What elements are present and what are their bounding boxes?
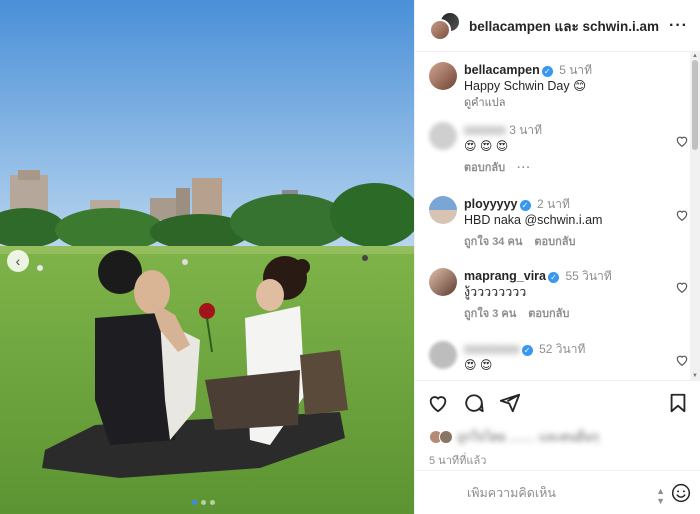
like-comment-heart-icon[interactable] [675, 208, 689, 222]
carousel-dot [210, 500, 215, 505]
liked-by-text: ถูกใจโดย ........ และคนอื่นๆ [457, 429, 599, 444]
liked-by[interactable]: ถูกใจโดย ........ และคนอื่นๆ [429, 425, 700, 449]
see-translation-link[interactable]: ดูคำแปล [464, 97, 506, 109]
more-options-icon[interactable]: ··· [669, 17, 688, 35]
comment-item: bellacampen ✓ 5 นาที Happy Schwin Day 😊 ด… [429, 62, 691, 111]
collab-avatars[interactable] [429, 10, 461, 41]
like-comment-heart-icon[interactable] [675, 134, 689, 148]
comment-time: 3 นาที [509, 123, 543, 137]
comment-time: 2 นาที [537, 197, 570, 211]
post-photo: ‹ [0, 0, 414, 514]
avatar[interactable] [429, 268, 457, 296]
scrollbar-thumb[interactable] [692, 60, 698, 150]
avatar [439, 430, 453, 444]
carousel-dot [192, 500, 197, 505]
comment-likes-count[interactable]: ถูกใจ 34 คน [464, 234, 522, 250]
verified-badge-icon: ✓ [547, 272, 559, 283]
comment-time: 52 วินาที [539, 342, 586, 356]
save-bookmark-icon[interactable] [667, 392, 689, 414]
like-comment-heart-icon[interactable] [675, 353, 689, 367]
comment-text: Happy Schwin Day 😊 [464, 79, 587, 93]
scroll-up-arrow-icon[interactable]: ▲ [692, 53, 698, 59]
mention-link[interactable]: @schwin.i.am [524, 213, 602, 227]
comments-list: bellacampen ✓ 5 นาที Happy Schwin Day 😊 ด… [415, 52, 691, 380]
comment-username[interactable]: xxxxxxxx [464, 342, 520, 356]
comment-item: maprang_vira ✓ 55 วินาที งู้วววววววว ถูกใ… [429, 268, 691, 322]
comment-input[interactable] [467, 485, 637, 500]
comment-text: 😍 😍 😍 [464, 139, 509, 153]
comment-time: 5 นาที [559, 63, 593, 77]
comment-username[interactable]: bellacampen [464, 63, 540, 77]
comment-likes-count[interactable]: ถูกใจ 3 คน [464, 306, 516, 322]
comment-username[interactable]: xxxxxx [464, 123, 506, 137]
post-actions: ถูกใจโดย ........ และคนอื่นๆ 5 นาทีที่แล… [415, 380, 700, 514]
verified-badge-icon: ✓ [519, 200, 531, 211]
verified-badge-icon: ✓ [541, 66, 553, 77]
reply-button[interactable]: ตอบกลับ [464, 160, 505, 176]
carousel-indicators [192, 500, 215, 505]
post-header: bellacampen และ schwin.i.am ··· [415, 0, 700, 52]
avatar[interactable] [429, 196, 457, 224]
avatar[interactable] [429, 122, 457, 150]
comment-username[interactable]: maprang_vira [464, 269, 546, 283]
post-side-panel: bellacampen และ schwin.i.am ··· bellacam… [414, 0, 700, 514]
add-comment-bar: ▲▼ [415, 470, 700, 514]
avatar[interactable] [429, 62, 457, 90]
comment-text: HBD naka [464, 213, 525, 227]
like-comment-heart-icon[interactable] [675, 280, 689, 294]
emoji-smile-icon[interactable] [671, 483, 691, 503]
sort-icon[interactable]: ▲ ▼ [656, 486, 665, 506]
previous-image-button[interactable]: ‹ [7, 250, 29, 272]
comments-scrollbar[interactable]: ▲ ▼ [690, 52, 700, 380]
comment-username[interactable]: ployyyyy [464, 197, 518, 211]
comment-more-icon[interactable]: ··· [517, 160, 531, 176]
avatar [429, 18, 451, 41]
comment-item: ployyyyy ✓ 2 นาที HBD naka @schwin.i.am ถ… [429, 196, 691, 250]
verified-badge-icon: ✓ [521, 345, 533, 356]
comment-item: xxxxxx 3 นาที 😍 😍 😍 ตอบกลับ ··· [429, 122, 691, 176]
share-send-icon[interactable] [499, 392, 521, 414]
comment-text: 😍 😍 [464, 358, 493, 372]
post-authors[interactable]: bellacampen และ schwin.i.am [469, 15, 669, 37]
scroll-down-arrow-icon[interactable]: ▼ [692, 373, 698, 379]
park-picnic-image [0, 0, 414, 514]
avatar[interactable] [429, 341, 457, 369]
comment-time: 55 วินาที [565, 269, 612, 283]
like-heart-icon[interactable] [427, 392, 449, 414]
post-timestamp[interactable]: 5 นาทีที่แล้ว [429, 451, 700, 469]
comment-item: xxxxxxxx ✓ 52 วินาที 😍 😍 [429, 341, 691, 373]
reply-button[interactable]: ตอบกลับ [534, 234, 575, 250]
carousel-dot [201, 500, 206, 505]
comment-bubble-icon[interactable] [463, 392, 485, 414]
comment-text: งู้วววววววว [464, 285, 527, 299]
reply-button[interactable]: ตอบกลับ [528, 306, 569, 322]
